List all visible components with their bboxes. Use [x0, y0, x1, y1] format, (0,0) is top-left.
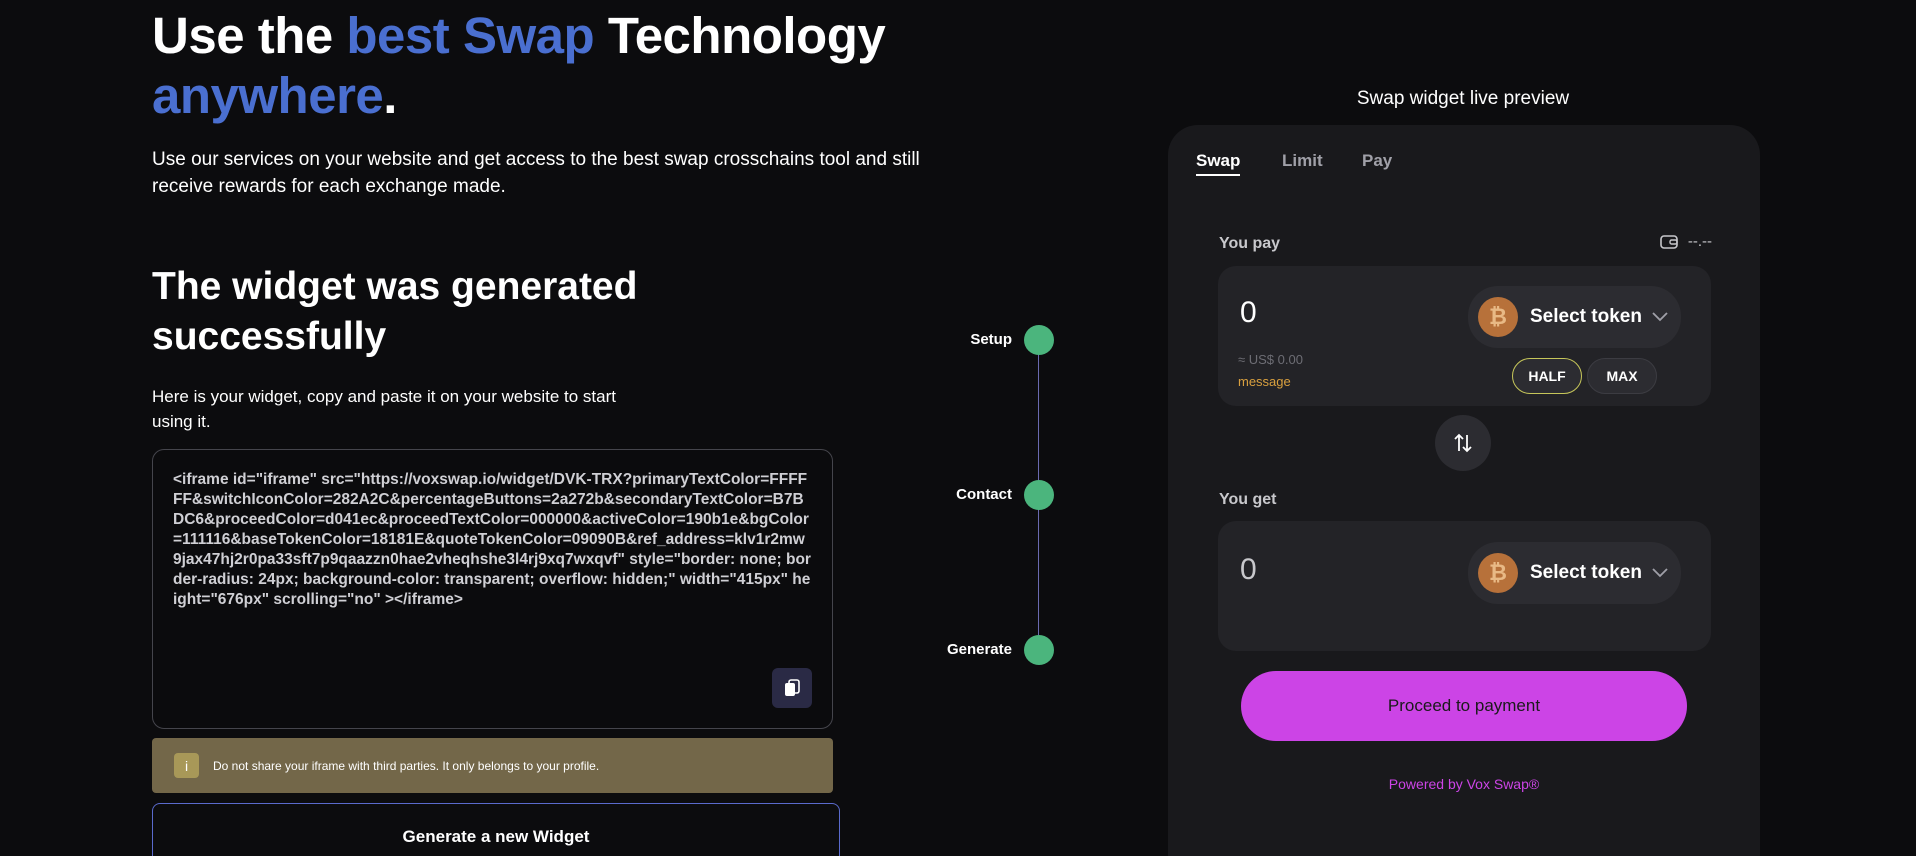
warning-banner: i Do not share your iframe with third pa… [152, 738, 833, 793]
warning-text: Do not share your iframe with third part… [213, 758, 600, 773]
max-button[interactable]: MAX [1587, 358, 1657, 394]
proceed-to-payment-button[interactable]: Proceed to payment [1241, 671, 1687, 741]
copy-icon [785, 679, 800, 696]
get-card: 0 ₿ Select token [1218, 521, 1711, 651]
copy-button[interactable] [772, 668, 812, 708]
get-select-token-label: Select token [1530, 562, 1642, 583]
step-label-contact: Contact [956, 486, 1012, 503]
pay-card: 0 ₿ Select token ≈ US$ 0.00 message HALF… [1218, 266, 1711, 406]
switch-tokens-button[interactable] [1435, 415, 1491, 471]
step-label-generate: Generate [946, 641, 1012, 658]
tab-swap[interactable]: Swap [1196, 151, 1241, 176]
generated-subtitle: Here is your widget, copy and paste it o… [152, 387, 616, 431]
pay-amount-input[interactable]: 0 [1240, 296, 1257, 330]
hero-title: Use the best Swap Technology anywhere. [152, 6, 886, 126]
embed-code-text[interactable]: <iframe id="iframe" src="https://voxswap… [173, 470, 812, 610]
info-icon: i [174, 753, 199, 778]
hero-title-end: . [383, 67, 397, 124]
tab-limit[interactable]: Limit [1282, 151, 1323, 171]
swap-widget: Swap Limit Pay You pay --.-- 0 ₿ Select … [1168, 125, 1760, 856]
bitcoin-icon: ₿ [1478, 553, 1518, 593]
you-get-label: You get [1219, 491, 1277, 508]
step-dot-generate [1024, 635, 1054, 665]
get-amount: 0 [1240, 553, 1257, 586]
you-pay-label: You pay [1219, 235, 1281, 252]
hero-subtitle: Use our services on your website and get… [152, 149, 920, 197]
hero-title-part-2: Technology [594, 7, 886, 64]
hero-title-part-1: Use the [152, 7, 347, 64]
page: Use the best Swap Technology anywhere. U… [0, 0, 1916, 856]
chevron-down-icon [1652, 312, 1668, 322]
preview-title: Swap widget live preview [1356, 88, 1570, 109]
wallet-balance: --.-- [1660, 233, 1712, 250]
pay-message: message [1238, 374, 1291, 389]
step-dot-setup [1024, 325, 1054, 355]
powered-by[interactable]: Powered by Vox Swap® [1168, 776, 1760, 792]
pay-select-token-label: Select token [1530, 306, 1642, 327]
tab-pay[interactable]: Pay [1362, 151, 1392, 171]
balance-value: --.-- [1687, 233, 1712, 250]
generate-new-widget-button[interactable]: Generate a new Widget [152, 803, 840, 856]
bitcoin-icon: ₿ [1478, 297, 1518, 337]
hero-title-accent-2: anywhere [152, 67, 384, 124]
wallet-icon [1660, 234, 1678, 249]
swap-arrows-icon [1454, 433, 1472, 453]
hero-title-accent-1: best Swap [346, 7, 595, 64]
chevron-down-icon [1652, 568, 1668, 578]
step-label-setup: Setup [970, 331, 1012, 348]
pay-select-token-button[interactable]: ₿ Select token [1468, 286, 1681, 348]
half-button[interactable]: HALF [1512, 358, 1582, 394]
step-dot-contact [1024, 480, 1054, 510]
generated-title: The widget was generated successfully [152, 265, 638, 358]
get-select-token-button[interactable]: ₿ Select token [1468, 542, 1681, 604]
embed-code-box[interactable]: <iframe id="iframe" src="https://voxswap… [152, 449, 833, 729]
usd-estimate: ≈ US$ 0.00 [1238, 352, 1303, 367]
